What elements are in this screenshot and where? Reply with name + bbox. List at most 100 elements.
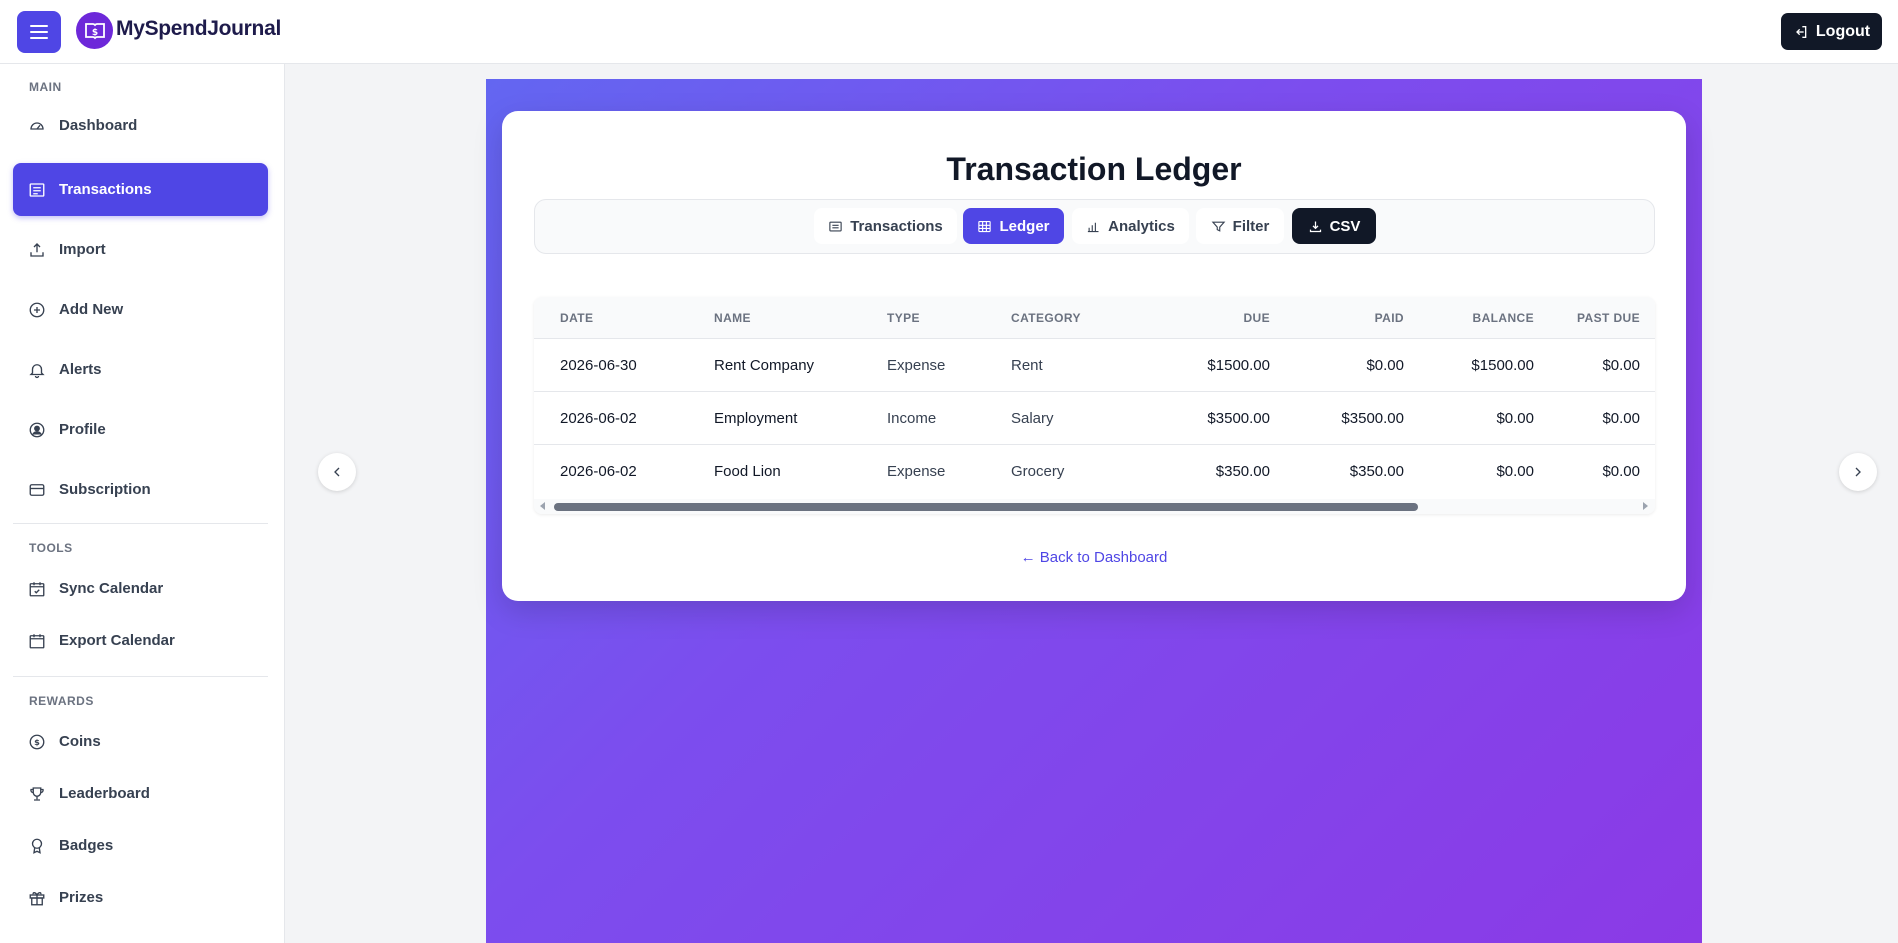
wallet-book-icon: $ <box>84 22 105 39</box>
sidebar-item-label: Add New <box>59 301 124 318</box>
next-button[interactable] <box>1839 453 1877 491</box>
cell-date: 2026-06-30 <box>560 357 637 374</box>
tab-label: Ledger <box>999 217 1050 235</box>
scroll-left-arrow-icon[interactable] <box>540 502 545 510</box>
horizontal-scrollbar[interactable] <box>534 499 1655 514</box>
sidebar-item-badges[interactable]: Badges <box>13 819 268 872</box>
credit-card-icon <box>29 483 45 496</box>
sidebar-item-label: Export Calendar <box>59 632 175 649</box>
back-to-dashboard-link[interactable]: ← Back to Dashboard <box>502 549 1686 566</box>
cell-category: Grocery <box>1011 463 1065 480</box>
column-header-past-due[interactable]: PAST DUE <box>1544 311 1640 325</box>
cell-balance: $0.00 <box>1496 463 1534 480</box>
list-icon <box>29 182 45 197</box>
sidebar-item-import[interactable]: Import <box>13 223 268 276</box>
sidebar-divider <box>13 676 268 677</box>
table-icon <box>978 220 992 232</box>
sidebar-item-profile[interactable]: Profile <box>13 403 268 456</box>
tab-analytics[interactable]: Analytics <box>1072 208 1189 244</box>
top-bar: $ MySpendJournal Logout <box>0 0 1898 64</box>
scrollbar-thumb[interactable] <box>554 503 1418 511</box>
cell-type: Income <box>887 410 937 427</box>
tab-label: CSV <box>1329 217 1361 235</box>
sidebar-item-label: Badges <box>59 837 114 854</box>
brand-name[interactable]: MySpendJournal <box>116 17 281 41</box>
section-label-tools: TOOLS <box>29 541 73 555</box>
app-logo[interactable]: $ <box>76 12 113 49</box>
cell-paid: $350.00 <box>1349 463 1404 480</box>
cell-date: 2026-06-02 <box>560 410 637 427</box>
tab-filter[interactable]: Filter <box>1196 208 1284 244</box>
cell-past-due: $0.00 <box>1602 463 1640 480</box>
bar-chart-icon <box>1088 222 1099 232</box>
sidebar-item-dashboard[interactable]: Dashboard <box>13 99 268 152</box>
cell-name: Food Lion <box>714 463 781 480</box>
tab-label: Filter <box>1232 217 1270 235</box>
column-header-due[interactable]: DUE <box>1104 311 1270 325</box>
cell-past-due: $0.00 <box>1602 410 1640 427</box>
cell-due: $1500.00 <box>1207 357 1270 374</box>
calendar-icon <box>29 633 45 648</box>
tab-label: Analytics <box>1108 217 1175 235</box>
sidebar-item-label: Transactions <box>59 181 152 198</box>
bell-icon <box>29 363 45 378</box>
column-header-date[interactable]: DATE <box>560 311 593 325</box>
list-icon <box>829 221 842 231</box>
sidebar-item-label: Profile <box>59 421 106 438</box>
logout-button[interactable]: Logout <box>1781 13 1882 50</box>
cell-category: Rent <box>1011 357 1043 374</box>
award-icon <box>31 838 43 854</box>
scroll-right-arrow-icon[interactable] <box>1643 502 1648 510</box>
chevron-left-icon <box>334 467 340 477</box>
cell-name: Employment <box>714 410 798 427</box>
cell-date: 2026-06-02 <box>560 463 637 480</box>
sidebar-item-label: Leaderboard <box>59 785 150 802</box>
logout-label: Logout <box>1815 22 1871 40</box>
coin-icon: $ <box>29 734 45 749</box>
sidebar-divider <box>13 523 268 524</box>
sidebar-item-add-new[interactable]: Add New <box>13 283 268 336</box>
sidebar-item-label: Subscription <box>59 481 151 498</box>
sidebar-item-leaderboard[interactable]: Leaderboard <box>13 767 268 820</box>
tab-bar: Transactions Ledger Analytics Filter CSV <box>534 199 1655 254</box>
chevron-right-icon <box>1855 467 1861 477</box>
section-label-main: MAIN <box>29 80 62 94</box>
table-row[interactable]: 2026-06-02 Food Lion Expense Grocery $35… <box>534 445 1655 498</box>
table-row[interactable]: 2026-06-02 Employment Income Salary $350… <box>534 392 1655 445</box>
menu-button[interactable] <box>17 11 61 53</box>
gift-icon <box>29 891 45 905</box>
sidebar-item-label: Alerts <box>59 361 102 378</box>
cell-due: $3500.00 <box>1207 410 1270 427</box>
tab-ledger[interactable]: Ledger <box>963 208 1064 244</box>
section-label-rewards: REWARDS <box>29 694 94 708</box>
cell-due: $350.00 <box>1215 463 1270 480</box>
column-header-name[interactable]: NAME <box>714 311 751 325</box>
sidebar-item-subscription[interactable]: Subscription <box>13 463 268 516</box>
user-circle-icon <box>29 422 45 437</box>
sidebar-item-label: Import <box>59 241 106 258</box>
column-header-paid[interactable]: PAID <box>1274 311 1404 325</box>
tab-label: Transactions <box>850 217 943 235</box>
sidebar-item-sync-calendar[interactable]: Sync Calendar <box>13 562 268 615</box>
sidebar-item-coins[interactable]: $ Coins <box>13 715 268 768</box>
svg-text:$: $ <box>34 737 40 747</box>
sidebar-item-transactions[interactable]: Transactions <box>13 163 268 216</box>
csv-download-button[interactable]: CSV <box>1292 208 1376 244</box>
sidebar-item-label: Prizes <box>59 889 104 906</box>
table-row[interactable]: 2026-06-30 Rent Company Expense Rent $15… <box>534 339 1655 392</box>
tab-transactions[interactable]: Transactions <box>814 208 957 244</box>
previous-button[interactable] <box>318 453 356 491</box>
sidebar-item-label: Coins <box>59 733 101 750</box>
sidebar-item-export-calendar[interactable]: Export Calendar <box>13 614 268 667</box>
column-header-category[interactable]: CATEGORY <box>1011 311 1081 325</box>
column-header-balance[interactable]: BALANCE <box>1414 311 1534 325</box>
column-header-type[interactable]: TYPE <box>887 311 920 325</box>
sidebar-item-alerts[interactable]: Alerts <box>13 343 268 396</box>
cell-name: Rent Company <box>714 357 815 374</box>
gauge-icon <box>30 121 44 130</box>
sidebar-item-prizes[interactable]: Prizes <box>13 871 268 924</box>
cell-balance: $1500.00 <box>1471 357 1534 374</box>
table-header: DATE NAME TYPE CATEGORY DUE PAID BALANCE… <box>534 297 1655 339</box>
page-title: Transaction Ledger <box>946 151 1242 187</box>
ledger-table[interactable]: DATE NAME TYPE CATEGORY DUE PAID BALANCE… <box>534 297 1655 514</box>
